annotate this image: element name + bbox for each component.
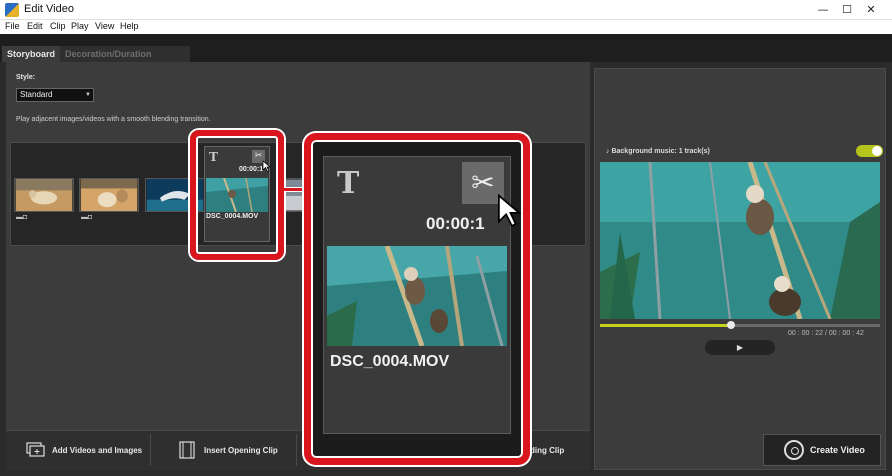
clip-thumbnail-2[interactable] bbox=[79, 178, 139, 212]
style-label: Style: bbox=[16, 74, 36, 81]
toggle-knob bbox=[872, 146, 882, 156]
style-description: Play adjacent images/videos with a smoot… bbox=[16, 116, 211, 123]
scrubber-handle[interactable] bbox=[727, 321, 735, 329]
title-text-icon-zoomed: T bbox=[337, 166, 360, 201]
clip-thumbnail-1[interactable] bbox=[14, 178, 74, 212]
menu-bar: File Edit Clip Play View Help bbox=[0, 20, 892, 34]
playback-scrubber[interactable] bbox=[600, 324, 880, 327]
background-music-label: ♪ Background music: 1 track(s) bbox=[606, 148, 710, 155]
insert-opening-clip-button[interactable]: Insert Opening Clip bbox=[204, 433, 278, 469]
separator bbox=[296, 434, 297, 466]
background-music-text: Background music: 1 track(s) bbox=[611, 148, 710, 155]
style-dropdown[interactable]: Standard ▼ bbox=[16, 88, 94, 102]
film-icon bbox=[179, 441, 195, 459]
camera-icon: ▬◘ bbox=[16, 214, 28, 221]
app-icon bbox=[5, 3, 19, 17]
insert-ending-clip-button[interactable]: ding Clip bbox=[530, 433, 564, 469]
window-title: Edit Video bbox=[24, 3, 74, 15]
create-video-icon bbox=[784, 440, 804, 460]
tab-strip: Storyboard Decoration/Duration Settings bbox=[0, 34, 892, 75]
highlight-frame-small bbox=[190, 130, 284, 260]
style-value: Standard bbox=[20, 90, 53, 99]
menu-help[interactable]: Help bbox=[120, 21, 139, 31]
clip-thumbnail-4[interactable] bbox=[283, 178, 305, 212]
create-video-button[interactable]: Create Video bbox=[763, 434, 881, 466]
add-videos-images-button[interactable]: Add Videos and Images bbox=[52, 433, 142, 469]
play-button[interactable]: ▶ bbox=[705, 340, 775, 355]
playback-progress bbox=[600, 324, 732, 327]
clip-filename-zoomed: DSC_0004.MOV bbox=[330, 353, 450, 370]
callout-connector bbox=[284, 187, 304, 192]
menu-view[interactable]: View bbox=[95, 21, 114, 31]
timecode: 00 : 00 : 22 / 00 : 00 : 42 bbox=[788, 330, 864, 337]
title-bar: Edit Video — ☐ ✕ bbox=[0, 0, 892, 20]
clip-thumbnail-zoomed bbox=[327, 246, 507, 346]
menu-file[interactable]: File bbox=[5, 21, 20, 31]
separator bbox=[150, 434, 151, 466]
camera-icon: ▬◘ bbox=[81, 214, 93, 221]
close-button[interactable]: ✕ bbox=[848, 0, 892, 20]
add-media-icon bbox=[26, 442, 45, 457]
menu-clip[interactable]: Clip bbox=[50, 21, 66, 31]
chevron-down-icon: ▼ bbox=[85, 92, 91, 98]
video-preview[interactable] bbox=[600, 162, 880, 319]
tab-decoration-duration[interactable]: Decoration/Duration Settings bbox=[60, 46, 190, 75]
mouse-cursor-icon-zoomed bbox=[498, 193, 522, 228]
background-music-toggle[interactable] bbox=[856, 145, 883, 157]
menu-play[interactable]: Play bbox=[71, 21, 89, 31]
tab-storyboard[interactable]: Storyboard bbox=[2, 46, 61, 62]
menu-edit[interactable]: Edit bbox=[27, 21, 43, 31]
